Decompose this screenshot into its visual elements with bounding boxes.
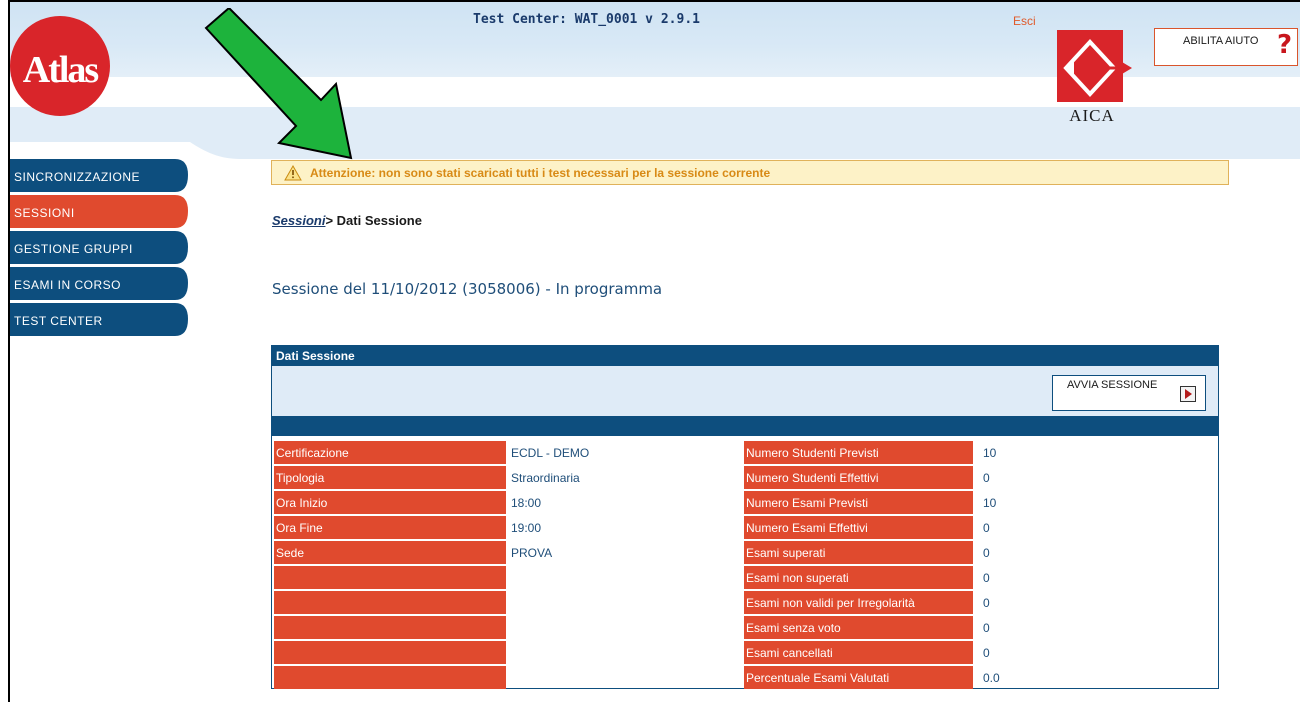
sidebar-item-sessioni[interactable]: SESSIONI — [10, 195, 188, 228]
table-row: Esami cancellati 0 — [272, 641, 1218, 665]
field-value: PROVA — [511, 546, 553, 560]
field-value: ECDL - DEMO — [511, 446, 590, 460]
field-label: Numero Esami Previsti — [744, 491, 973, 514]
table-row: Esami non validi per Irregolarità 0 — [272, 591, 1218, 615]
table-row: Certificazione ECDL - DEMO Numero Studen… — [272, 441, 1218, 465]
field-value: 0 — [983, 646, 990, 660]
field-label: Esami senza voto — [744, 616, 973, 639]
table-row: Esami non superati 0 — [272, 566, 1218, 590]
app-title: Test Center: WAT_0001 v 2.9.1 — [473, 12, 700, 27]
sidebar-nav: SINCRONIZZAZIONE SESSIONI GESTIONE GRUPP… — [10, 159, 188, 339]
help-label: ABILITA AIUTO — [1183, 35, 1259, 47]
sidebar-item-test-center[interactable]: TEST CENTER — [10, 303, 188, 336]
table-row: Ora Fine 19:00 Numero Esami Effettivi 0 — [272, 516, 1218, 540]
enable-help-button[interactable]: ABILITA AIUTO ? — [1154, 28, 1298, 66]
field-value: 0 — [983, 596, 990, 610]
sidebar-item-label: TEST CENTER — [14, 314, 103, 328]
field-label — [274, 641, 506, 664]
page-title: Sessione del 11/10/2012 (3058006) - In p… — [272, 280, 663, 298]
table-row: Tipologia Straordinaria Numero Studenti … — [272, 466, 1218, 490]
table-row: Ora Inizio 18:00 Numero Esami Previsti 1… — [272, 491, 1218, 515]
aica-logo-text: AICA — [1069, 106, 1115, 125]
field-value: 0 — [983, 521, 990, 535]
field-label: Esami non validi per Irregolarità — [744, 591, 973, 614]
field-value: 10 — [983, 496, 997, 510]
atlas-logo: Atlas — [10, 16, 118, 124]
app-frame: Atlas Test Center: WAT_0001 v 2.9.1 Esci… — [8, 0, 1300, 702]
field-label: Esami non superati — [744, 566, 973, 589]
field-label: Numero Esami Effettivi — [744, 516, 973, 539]
field-label: Tipologia — [274, 466, 506, 489]
table-row: Esami senza voto 0 — [272, 616, 1218, 640]
breadcrumb-link-sessioni[interactable]: Sessioni — [272, 213, 325, 228]
sidebar-item-sincronizzazione[interactable]: SINCRONIZZAZIONE — [10, 159, 188, 192]
field-label — [274, 616, 506, 639]
sidebar-item-esami-in-corso[interactable]: ESAMI IN CORSO — [10, 267, 188, 300]
field-label: Ora Fine — [274, 516, 506, 539]
field-value: Straordinaria — [511, 471, 580, 485]
sidebar-item-label: ESAMI IN CORSO — [14, 278, 122, 292]
field-value: 0 — [983, 621, 990, 635]
warning-text: Attenzione: non sono stati scaricati tut… — [310, 166, 771, 180]
field-label: Esami cancellati — [744, 641, 973, 664]
field-label — [274, 666, 506, 689]
field-value: 0.0 — [983, 671, 1000, 685]
warning-banner: Attenzione: non sono stati scaricati tut… — [271, 160, 1229, 185]
field-label — [274, 566, 506, 589]
table-row: Percentuale Esami Valutati 0.0 — [272, 666, 1218, 690]
start-session-button[interactable]: AVVIA SESSIONE — [1052, 375, 1206, 411]
breadcrumb-current: > Dati Sessione — [325, 213, 422, 228]
field-label — [274, 591, 506, 614]
logout-link[interactable]: Esci — [1013, 14, 1036, 28]
field-value: 19:00 — [511, 521, 542, 535]
play-icon — [1180, 386, 1196, 402]
field-value: 0 — [983, 546, 990, 560]
field-label: Numero Studenti Effettivi — [744, 466, 973, 489]
field-label: Esami superati — [744, 541, 973, 564]
panel-header: Dati Sessione — [272, 346, 1218, 366]
field-label: Percentuale Esami Valutati — [744, 666, 973, 689]
field-value: 0 — [983, 571, 990, 585]
question-mark-icon: ? — [1277, 30, 1293, 60]
annotation-arrow-icon — [204, 8, 353, 160]
field-label: Numero Studenti Previsti — [744, 441, 973, 464]
field-label: Sede — [274, 541, 506, 564]
session-data-panel: Dati Sessione AVVIA SESSIONE Certificazi… — [271, 345, 1219, 689]
field-value: 10 — [983, 446, 997, 460]
table-row: Sede PROVA Esami superati 0 — [272, 541, 1218, 565]
sidebar-item-label: SESSIONI — [14, 206, 75, 220]
panel-title: Dati Sessione — [276, 349, 355, 363]
field-value: 18:00 — [511, 496, 542, 510]
panel-separator-bar — [272, 416, 1218, 436]
field-label: Certificazione — [274, 441, 506, 464]
field-value: 0 — [983, 471, 990, 485]
logo-text: Atlas — [23, 49, 99, 91]
sidebar-item-label: SINCRONIZZAZIONE — [14, 170, 141, 184]
field-label: Ora Inizio — [274, 491, 506, 514]
panel-toolbar: AVVIA SESSIONE — [272, 366, 1218, 416]
sidebar-item-gestione-gruppi[interactable]: GESTIONE GRUPPI — [10, 231, 188, 264]
breadcrumb: Sessioni> Dati Sessione — [272, 213, 422, 228]
sidebar-item-label: GESTIONE GRUPPI — [14, 242, 133, 256]
warning-triangle-icon — [284, 165, 302, 181]
start-session-label: AVVIA SESSIONE — [1067, 379, 1158, 391]
